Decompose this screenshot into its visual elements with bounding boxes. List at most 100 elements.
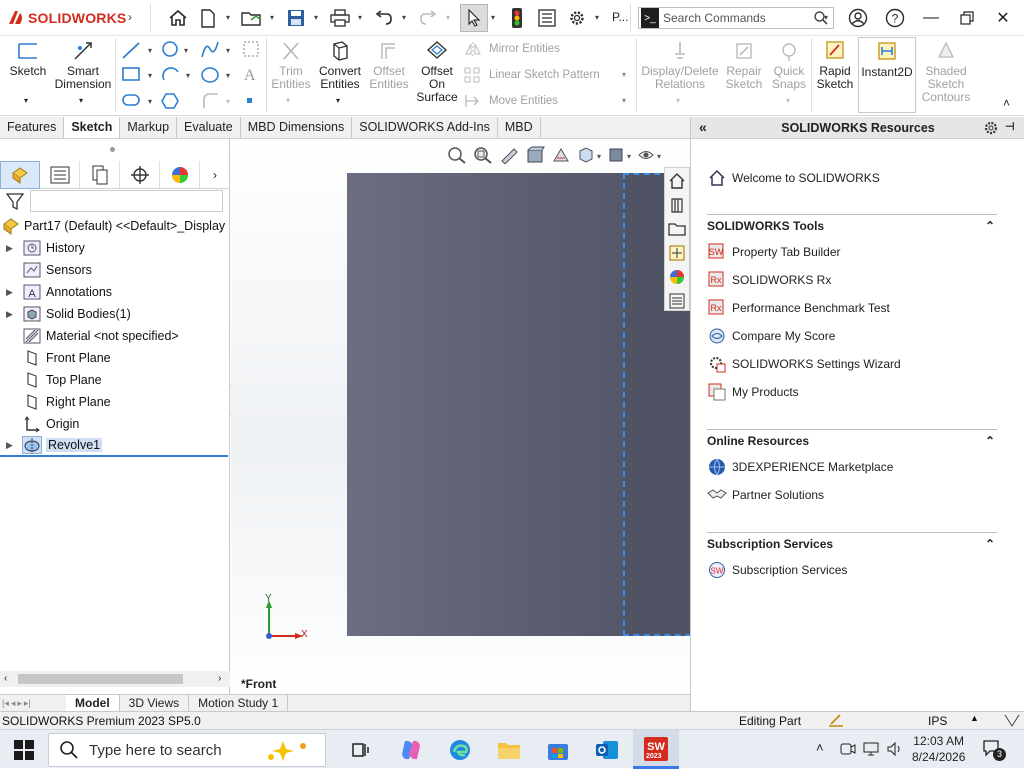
display-manager-tab-icon[interactable]: [160, 161, 200, 189]
zoom-to-area-icon[interactable]: [473, 146, 493, 164]
search-commands-input[interactable]: Search Commands: [663, 11, 813, 25]
pane-grip-icon[interactable]: [110, 147, 115, 152]
scroll-thumb[interactable]: [18, 674, 183, 684]
menu-expand-icon[interactable]: ›: [128, 10, 136, 24]
task-view-icon[interactable]: [345, 735, 375, 765]
sketch-dropdown-icon[interactable]: ▾: [24, 96, 28, 105]
smart-dimension-button[interactable]: Smart Dimension: [52, 39, 114, 91]
tab-markup[interactable]: Markup: [120, 117, 178, 138]
tree-item-top-plane[interactable]: Top Plane: [0, 369, 228, 391]
tab-evaluate[interactable]: Evaluate: [177, 117, 241, 138]
collapse-ribbon-icon[interactable]: ˄: [1003, 96, 1010, 110]
welcome-link[interactable]: Welcome to SOLIDWORKS: [707, 167, 880, 189]
view-palette-icon[interactable]: [668, 244, 686, 262]
volume-icon[interactable]: [886, 741, 904, 757]
notification-center-icon[interactable]: 3: [982, 739, 1006, 761]
rebuild-icon[interactable]: [506, 7, 528, 29]
collapse-tools-icon[interactable]: ⌃: [985, 219, 995, 233]
sketch-button[interactable]: Sketch: [6, 39, 50, 78]
quick-snaps-dropdown-icon[interactable]: ▾: [786, 96, 790, 105]
tree-item-front-plane[interactable]: Front Plane: [0, 347, 228, 369]
expand-icon[interactable]: ▶: [6, 243, 18, 254]
network-icon[interactable]: [862, 741, 880, 757]
file-properties-icon[interactable]: [536, 7, 558, 29]
design-library-icon[interactable]: [668, 196, 686, 214]
trim-entities-button[interactable]: Trim Entities: [270, 39, 312, 91]
tree-item-solid-bodies[interactable]: ▶ Solid Bodies(1): [0, 303, 228, 325]
tree-root-part[interactable]: Part17 (Default) <<Default>_Display St: [0, 215, 228, 237]
open-icon[interactable]: [241, 7, 263, 29]
rebuild-status-icon[interactable]: [828, 713, 844, 728]
trim-dropdown-icon[interactable]: ▾: [286, 96, 290, 105]
select-dropdown-icon[interactable]: ▾: [491, 13, 499, 22]
expand-icon[interactable]: ▶: [6, 287, 18, 298]
undo-icon[interactable]: [373, 7, 395, 29]
configuration-manager-tab-icon[interactable]: [80, 161, 120, 189]
solidworks-rx-link[interactable]: Rx SOLIDWORKS Rx: [707, 269, 831, 291]
pin-pane-icon[interactable]: ⊣: [1005, 120, 1015, 133]
edge-browser-icon[interactable]: [445, 735, 475, 765]
collapse-subscription-icon[interactable]: ⌃: [985, 537, 995, 551]
tree-horizontal-scrollbar[interactable]: ‹ ›: [0, 671, 230, 687]
relations-dropdown-icon[interactable]: ▾: [676, 96, 680, 105]
property-tab-builder-link[interactable]: SW Property Tab Builder: [707, 241, 841, 263]
previous-view-icon[interactable]: [499, 146, 519, 164]
expand-icon[interactable]: ▶: [6, 309, 18, 320]
construction-geometry-icon[interactable]: [243, 41, 259, 57]
clock-time[interactable]: 12:03 AM: [912, 734, 964, 748]
units-label[interactable]: IPS: [928, 714, 947, 728]
resources-home-icon[interactable]: [668, 172, 686, 190]
meet-now-icon[interactable]: [838, 741, 856, 757]
customize-status-icon[interactable]: [1004, 713, 1020, 728]
linear-sketch-pattern-button[interactable]: Linear Sketch Pattern: [464, 64, 600, 86]
feature-tree-filter-input[interactable]: [30, 190, 223, 212]
performance-benchmark-link[interactable]: Rx Performance Benchmark Test: [707, 297, 890, 319]
collapse-pane-icon[interactable]: «: [699, 119, 707, 135]
quick-snaps-button[interactable]: Quick Snaps: [770, 39, 808, 91]
tab-sketch[interactable]: Sketch: [64, 117, 121, 138]
zoom-to-fit-icon[interactable]: [447, 146, 467, 164]
tree-item-material[interactable]: Material <not specified>: [0, 325, 228, 347]
compare-my-score-link[interactable]: Compare My Score: [707, 325, 835, 347]
show-hidden-icons[interactable]: ˄: [816, 740, 824, 755]
move-dropdown-icon[interactable]: ▾: [622, 96, 626, 105]
minimize-icon[interactable]: —: [914, 6, 948, 30]
print-icon[interactable]: [329, 7, 351, 29]
appearances-icon[interactable]: [668, 268, 686, 286]
arc-icon[interactable]: [162, 67, 179, 81]
undo-dropdown-icon[interactable]: ▾: [402, 13, 410, 22]
move-entities-button[interactable]: Move Entities: [464, 90, 558, 112]
text-icon[interactable]: A: [244, 67, 256, 84]
smart-dimension-dropdown-icon[interactable]: ▾: [79, 96, 83, 105]
my-products-link[interactable]: My Products: [707, 381, 799, 403]
tab-mbd-dimensions[interactable]: MBD Dimensions: [241, 117, 353, 138]
outlook-icon[interactable]: [592, 735, 622, 765]
file-explorer-icon[interactable]: [668, 220, 686, 238]
search-dropdown-icon[interactable]: ▾: [824, 13, 832, 22]
expand-icon[interactable]: ▶: [6, 440, 18, 451]
help-icon[interactable]: ?: [884, 7, 906, 29]
graphics-area[interactable]: ▾ ▾ ▾ Y X *Front: [231, 139, 691, 694]
taskbar-search-box[interactable]: Type here to search: [48, 733, 326, 767]
3dexperience-marketplace-link[interactable]: 3DEXPERIENCE Marketplace: [707, 456, 893, 478]
taskbar-search-input[interactable]: Type here to search: [89, 742, 222, 759]
microsoft-store-icon[interactable]: [543, 735, 573, 765]
repair-sketch-button[interactable]: Repair Sketch: [724, 39, 764, 91]
tree-item-annotations[interactable]: ▶ A Annotations: [0, 281, 228, 303]
close-icon[interactable]: ✕: [986, 6, 1020, 30]
offset-entities-button[interactable]: Offset Entities: [367, 39, 411, 91]
file-explorer-taskbar-icon[interactable]: [494, 735, 524, 765]
point-icon[interactable]: [247, 98, 252, 103]
hide-show-items-icon[interactable]: ▾: [637, 146, 661, 164]
linear-pattern-dropdown-icon[interactable]: ▾: [622, 70, 626, 79]
online-section-header[interactable]: Online Resources ⌃: [707, 429, 997, 449]
options-dropdown-icon[interactable]: ▾: [595, 13, 603, 22]
property-manager-tab-icon[interactable]: [40, 161, 80, 189]
fillet-icon[interactable]: [203, 93, 218, 108]
redo-icon[interactable]: [417, 7, 439, 29]
custom-properties-icon[interactable]: [668, 292, 686, 310]
solidworks-logo[interactable]: SOLIDWORKS: [6, 8, 126, 28]
units-dropdown-icon[interactable]: ▲: [970, 713, 979, 723]
rapid-sketch-button[interactable]: Rapid Sketch: [815, 39, 855, 91]
collapse-online-icon[interactable]: ⌃: [985, 434, 995, 448]
